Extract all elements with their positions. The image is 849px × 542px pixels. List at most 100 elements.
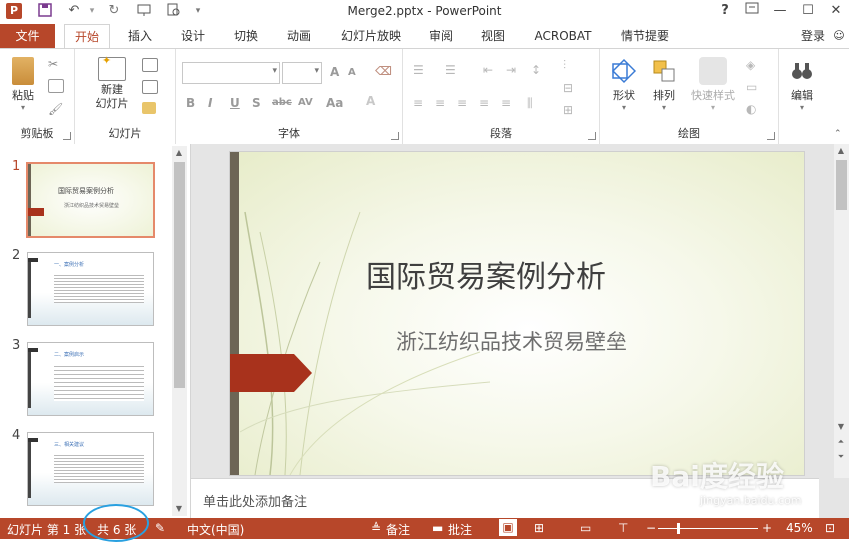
zoom-level[interactable]: 45%: [786, 521, 813, 535]
notes-toggle[interactable]: 备注: [386, 521, 410, 538]
tab-insert[interactable]: 插入: [118, 24, 162, 48]
scroll-thumb[interactable]: [174, 162, 185, 388]
language-indicator[interactable]: 中文(中国): [187, 521, 244, 538]
reset-icon[interactable]: [142, 80, 158, 94]
slide-thumbnail[interactable]: 一、案例分析: [27, 252, 154, 326]
arrange-button[interactable]: 排列 ▾: [646, 57, 682, 112]
align-right-icon[interactable]: ≡: [457, 96, 471, 110]
comments-icon[interactable]: ▬: [432, 521, 443, 535]
scroll-up-icon[interactable]: ▲: [172, 146, 186, 160]
spelling-icon[interactable]: ✎: [155, 521, 165, 535]
underline-button[interactable]: U: [230, 96, 240, 110]
slideshow-view-icon[interactable]: ⊤: [618, 521, 628, 535]
fit-to-window-icon[interactable]: ⊡: [825, 521, 835, 535]
zoom-slider-thumb[interactable]: [677, 523, 680, 534]
tab-animations[interactable]: 动画: [277, 24, 321, 48]
shrink-font-button[interactable]: A: [348, 67, 356, 78]
slide-thumbnail[interactable]: 国际贸易案例分析 浙江纺织品技术贸易壁垒: [26, 162, 155, 238]
collapse-ribbon-icon[interactable]: ⌃: [834, 129, 842, 139]
decrease-indent-icon[interactable]: ⇤: [483, 63, 497, 77]
format-painter-icon[interactable]: 🖌: [48, 102, 63, 116]
bullets-icon[interactable]: ☰: [413, 63, 427, 77]
align-text-icon[interactable]: ⊟: [563, 81, 577, 95]
distributed-icon[interactable]: ≡: [501, 96, 515, 110]
thumb-title: 国际贸易案例分析: [58, 187, 114, 195]
new-slide-button[interactable]: ✦ 新建 幻灯片: [89, 54, 135, 111]
font-name-combo[interactable]: ▾: [182, 62, 280, 84]
align-center-icon[interactable]: ≡: [435, 96, 449, 110]
shadow-button[interactable]: S: [252, 96, 261, 110]
signin-link[interactable]: 登录: [795, 24, 831, 48]
justify-icon[interactable]: ≡: [479, 96, 493, 110]
tab-storyboard[interactable]: 情节提要: [610, 24, 680, 48]
tab-design[interactable]: 设计: [171, 24, 215, 48]
font-launcher-icon[interactable]: [391, 132, 399, 140]
slide-title[interactable]: 国际贸易案例分析: [366, 252, 606, 296]
change-case-button[interactable]: Aa: [326, 96, 343, 110]
close-button[interactable]: ✕: [824, 2, 848, 20]
current-slide[interactable]: 国际贸易案例分析 浙江纺织品技术贸易壁垒: [229, 151, 805, 476]
slide-thumbnail[interactable]: 三、相关建议: [27, 432, 154, 506]
user-icon[interactable]: ☺: [832, 24, 846, 48]
clear-format-icon[interactable]: ⌫: [375, 64, 392, 78]
clipboard-launcher-icon[interactable]: [63, 132, 71, 140]
tab-home[interactable]: 开始: [64, 24, 110, 49]
grow-font-button[interactable]: A: [330, 65, 339, 79]
zoom-slider-track[interactable]: [658, 528, 758, 529]
line-spacing-icon[interactable]: ↕: [531, 63, 545, 77]
slide-thumbnail[interactable]: 二、案例启示: [27, 342, 154, 416]
next-slide-icon[interactable]: ⏷: [834, 450, 848, 464]
layout-icon[interactable]: [142, 58, 158, 72]
zoom-in-button[interactable]: +: [762, 521, 772, 535]
numbering-icon[interactable]: ☰: [445, 63, 459, 77]
comments-toggle[interactable]: 批注: [448, 521, 472, 538]
shapes-button[interactable]: 形状 ▾: [606, 57, 642, 112]
paste-button[interactable]: 粘贴 ▾: [6, 57, 40, 112]
normal-view-icon[interactable]: ▣: [499, 519, 517, 536]
font-color-icon[interactable]: A: [366, 94, 375, 108]
help-button[interactable]: ?: [713, 2, 737, 20]
font-size-combo[interactable]: ▾: [282, 62, 322, 84]
text-direction-icon[interactable]: ⫶: [563, 58, 577, 72]
ribbon-display-icon[interactable]: [740, 2, 764, 20]
tab-transitions[interactable]: 切换: [224, 24, 268, 48]
increase-indent-icon[interactable]: ⇥: [506, 63, 520, 77]
shape-effects-icon[interactable]: ◐: [746, 102, 760, 116]
maximize-button[interactable]: ☐: [796, 2, 820, 20]
scroll-down-icon[interactable]: ▼: [834, 420, 848, 434]
thumb-text-lines: [54, 273, 144, 303]
copy-icon[interactable]: [48, 79, 64, 93]
italic-button[interactable]: I: [208, 96, 212, 110]
thumbnail-scrollbar[interactable]: ▲ ▼: [172, 146, 187, 516]
editing-button[interactable]: 编辑 ▾: [783, 57, 821, 112]
quick-styles-button[interactable]: 快速样式 ▾: [686, 57, 740, 112]
tab-review[interactable]: 审阅: [419, 24, 463, 48]
scroll-down-icon[interactable]: ▼: [172, 502, 186, 516]
paragraph-launcher-icon[interactable]: [588, 132, 596, 140]
slide-subtitle[interactable]: 浙江纺织品技术贸易壁垒: [396, 326, 627, 356]
reading-view-icon[interactable]: ▭: [580, 521, 591, 535]
slide-scrollbar[interactable]: ▲ ▼ ⏶ ⏷: [834, 144, 849, 478]
previous-slide-icon[interactable]: ⏶: [834, 435, 848, 449]
section-icon[interactable]: [142, 102, 156, 114]
columns-icon[interactable]: ⫼: [527, 96, 541, 110]
strikethrough-button[interactable]: abc: [272, 97, 292, 108]
minimize-button[interactable]: —: [768, 2, 792, 20]
cut-icon[interactable]: ✂: [48, 57, 62, 71]
char-spacing-button[interactable]: AV: [298, 97, 313, 108]
drawing-launcher-icon[interactable]: [767, 132, 775, 140]
shape-fill-icon[interactable]: ◈: [746, 58, 760, 72]
bold-button[interactable]: B: [186, 96, 195, 110]
zoom-out-button[interactable]: −: [646, 521, 656, 535]
scroll-up-icon[interactable]: ▲: [834, 144, 848, 158]
scroll-thumb[interactable]: [836, 160, 847, 210]
tab-file[interactable]: 文件: [0, 24, 55, 48]
slide-sorter-icon[interactable]: ⊞: [534, 521, 544, 535]
notes-toggle-icon[interactable]: ≜: [371, 521, 381, 535]
align-left-icon[interactable]: ≡: [413, 96, 427, 110]
shape-outline-icon[interactable]: ▭: [746, 80, 760, 94]
tab-slideshow[interactable]: 幻灯片放映: [332, 24, 410, 48]
tab-view[interactable]: 视图: [471, 24, 515, 48]
smartart-icon[interactable]: ⊞: [563, 103, 577, 117]
tab-acrobat[interactable]: ACROBAT: [526, 24, 600, 48]
